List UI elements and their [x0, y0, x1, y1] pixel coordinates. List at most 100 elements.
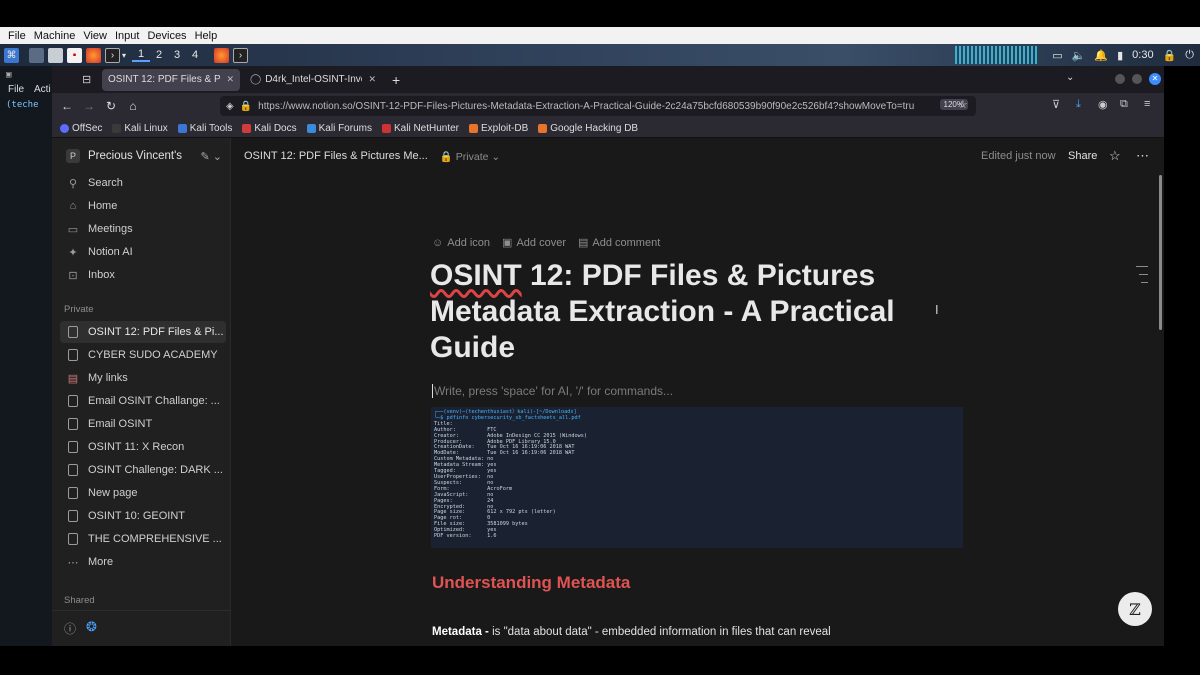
vm-menu-machine[interactable]: Machine — [30, 30, 80, 42]
vm-menu-bar: File Machine View Input Devices Help — [0, 27, 1200, 44]
bookmark-kali-forums[interactable]: Kali Forums — [306, 123, 372, 134]
paragraph[interactable]: Metadata - is "data about data" - embedd… — [432, 626, 831, 638]
table-of-contents-icon[interactable] — [1136, 266, 1148, 290]
workspace-2[interactable]: 2 — [150, 49, 168, 61]
bookmark-kali-linux[interactable]: Kali Linux — [112, 123, 168, 134]
bookmark-offsec[interactable]: OffSec — [60, 123, 102, 134]
home-button[interactable]: ⌂ — [122, 99, 144, 113]
scrollbar[interactable] — [1159, 175, 1162, 330]
bookmark-kali-nethunter[interactable]: Kali NetHunter — [381, 123, 459, 134]
screen: File Machine View Input Devices Help ⌘ ▪… — [0, 0, 1200, 675]
more-options-icon[interactable]: ⋯ — [1136, 148, 1149, 164]
sidebar-page-cyber-sudo[interactable]: CYBER SUDO ACADEMY — [60, 344, 226, 366]
tab-osint-12[interactable]: OSINT 12: PDF Files & Pictur ✕ — [102, 68, 240, 91]
privacy-indicator[interactable]: 🔒 Private ⌄ — [440, 150, 500, 163]
editor-placeholder[interactable]: Write, press 'space' for AI, '/' for com… — [432, 384, 673, 398]
page-title[interactable]: OSINT 12: PDF Files & Pictures Metadata … — [430, 258, 950, 366]
mail-app-icon[interactable]: ❂ — [86, 619, 97, 635]
add-icon-button[interactable]: ☺ Add icon — [432, 236, 490, 249]
forward-button[interactable]: → — [78, 99, 100, 113]
close-window-button[interactable]: ✕ — [1149, 73, 1161, 85]
add-cover-button[interactable]: ▣ Add cover — [502, 236, 566, 250]
battery-icon[interactable]: ▮ — [1117, 49, 1123, 62]
sidebar-page-osint-12[interactable]: OSINT 12: PDF Files & Pi... — [60, 321, 226, 343]
sidebar-page-comprehensive[interactable]: THE COMPREHENSIVE ... — [60, 528, 226, 550]
terminal-menu-file[interactable]: File — [8, 84, 24, 95]
lock-icon[interactable]: 🔒 — [240, 101, 252, 112]
minimize-button[interactable] — [1115, 74, 1125, 84]
sidebar-page-email-osint[interactable]: Email OSINT — [60, 413, 226, 435]
vm-menu-input[interactable]: Input — [111, 30, 143, 42]
terminal-window-icon[interactable]: › — [233, 47, 249, 63]
back-button[interactable]: ← — [56, 99, 78, 113]
sidebar-item-home[interactable]: ⌂ Home — [60, 195, 226, 217]
add-comment-button[interactable]: ▤ Add comment — [578, 236, 660, 250]
share-button[interactable]: Share — [1068, 150, 1097, 162]
volume-icon[interactable]: 🔈 — [1072, 49, 1086, 62]
sidebar-item-search[interactable]: ⚲ Search — [60, 172, 226, 194]
kali-menu-icon[interactable]: ⌘ — [4, 47, 19, 63]
inbox-icon: ⊡ — [68, 269, 78, 282]
account-icon[interactable]: ◉ — [1098, 98, 1108, 111]
notification-bell-icon[interactable]: 🔔 — [1094, 49, 1108, 62]
vm-menu-view[interactable]: View — [79, 30, 111, 42]
bookmark-exploit-db[interactable]: Exploit-DB — [469, 123, 528, 134]
workspace-switcher[interactable]: P Precious Vincent's ✎ ⌄ — [60, 145, 226, 167]
lock-icon[interactable]: 🔒 — [1163, 49, 1177, 62]
pocket-icon[interactable]: ⊽ — [1052, 98, 1060, 111]
sidebar-page-osint-11[interactable]: OSINT 11: X Recon — [60, 436, 226, 458]
new-page-icon[interactable]: ✎ ⌄ — [201, 150, 223, 163]
shield-icon[interactable]: ◈ — [226, 101, 234, 112]
sidebar-page-new-page[interactable]: New page — [60, 482, 226, 504]
tab-d4rk-intel[interactable]: ◯ D4rk_Intel-OSINT-Invest ✕ — [244, 69, 382, 91]
sidebar-item-meetings[interactable]: ▭ Meetings — [60, 218, 226, 240]
sidebar-page-my-links[interactable]: ▤ My links — [60, 367, 226, 389]
help-icon[interactable]: ⓘ — [64, 620, 76, 637]
chevron-down-icon[interactable]: ⌄ — [1066, 72, 1074, 83]
private-section-label: Private — [64, 304, 94, 315]
bookmark-kali-tools[interactable]: Kali Tools — [177, 123, 232, 134]
firefox-icon[interactable] — [86, 47, 101, 63]
window-icon[interactable]: ▭ — [1052, 49, 1062, 62]
sidebar-item-inbox[interactable]: ⊡ Inbox — [60, 264, 226, 286]
sidebar-more[interactable]: ⋯ More — [60, 551, 226, 573]
url-bar[interactable]: ◈ 🔒 https://www.notion.so/OSINT-12-PDF-F… — [220, 96, 976, 116]
download-icon[interactable]: ⤓ — [1076, 98, 1081, 111]
url-text: https://www.notion.so/OSINT-12-PDF-Files… — [258, 100, 915, 112]
workspace-3[interactable]: 3 — [168, 49, 186, 61]
text-editor-icon[interactable]: ▪ — [67, 47, 82, 63]
maximize-button[interactable] — [1132, 74, 1142, 84]
terminal-menu-actions[interactable]: Acti — [34, 84, 51, 95]
new-tab-button[interactable]: + — [392, 72, 400, 88]
sidebar-item-notion-ai[interactable]: ✦ Notion AI — [60, 241, 226, 263]
close-icon[interactable]: ✕ — [368, 74, 376, 85]
desktop-icon[interactable] — [29, 47, 44, 63]
terminal-screenshot-image[interactable]: ┌──(venv)─(techenthusiast〉kali)-[~/Downl… — [431, 407, 963, 548]
notion-ai-face-icon[interactable]: ℤ — [1118, 592, 1152, 626]
close-icon[interactable]: ✕ — [226, 74, 234, 85]
section-heading[interactable]: Understanding Metadata — [432, 573, 630, 593]
menu-icon[interactable]: ≡ — [1144, 98, 1150, 110]
vm-menu-help[interactable]: Help — [191, 30, 222, 42]
sidebar-page-osint-challenge[interactable]: OSINT Challenge: DARK ... — [60, 459, 226, 481]
file-manager-icon[interactable] — [48, 47, 63, 63]
bookmark-google-hacking-db[interactable]: Google Hacking DB — [538, 123, 638, 134]
vm-menu-devices[interactable]: Devices — [143, 30, 190, 42]
workspace-1[interactable]: 1 — [132, 48, 151, 62]
vm-menu-file[interactable]: File — [4, 30, 30, 42]
sidebar-page-osint-10[interactable]: OSINT 10: GEOINT — [60, 505, 226, 527]
terminal-icon[interactable]: › — [105, 47, 120, 63]
workspace-4[interactable]: 4 — [186, 49, 204, 61]
power-icon[interactable]: ⏻ — [1185, 49, 1194, 62]
bookmark-kali-docs[interactable]: Kali Docs — [242, 123, 297, 134]
firefox-window-icon[interactable] — [214, 47, 230, 63]
clock[interactable]: 0:30 — [1132, 49, 1153, 61]
extensions-icon[interactable]: ⧉ — [1120, 98, 1128, 111]
sidebar-page-email-osint-challenge[interactable]: Email OSINT Challange: ... — [60, 390, 226, 412]
reload-button[interactable]: ↻ — [100, 99, 122, 113]
favorite-star-icon[interactable]: ☆ — [1109, 148, 1121, 164]
chevron-down-icon[interactable]: ▾ — [122, 51, 126, 60]
breadcrumb[interactable]: OSINT 12: PDF Files & Pictures Me... — [244, 150, 428, 162]
star-icon[interactable]: ☆ — [958, 98, 968, 111]
tab-overview-icon[interactable]: ⊟ — [82, 73, 102, 86]
